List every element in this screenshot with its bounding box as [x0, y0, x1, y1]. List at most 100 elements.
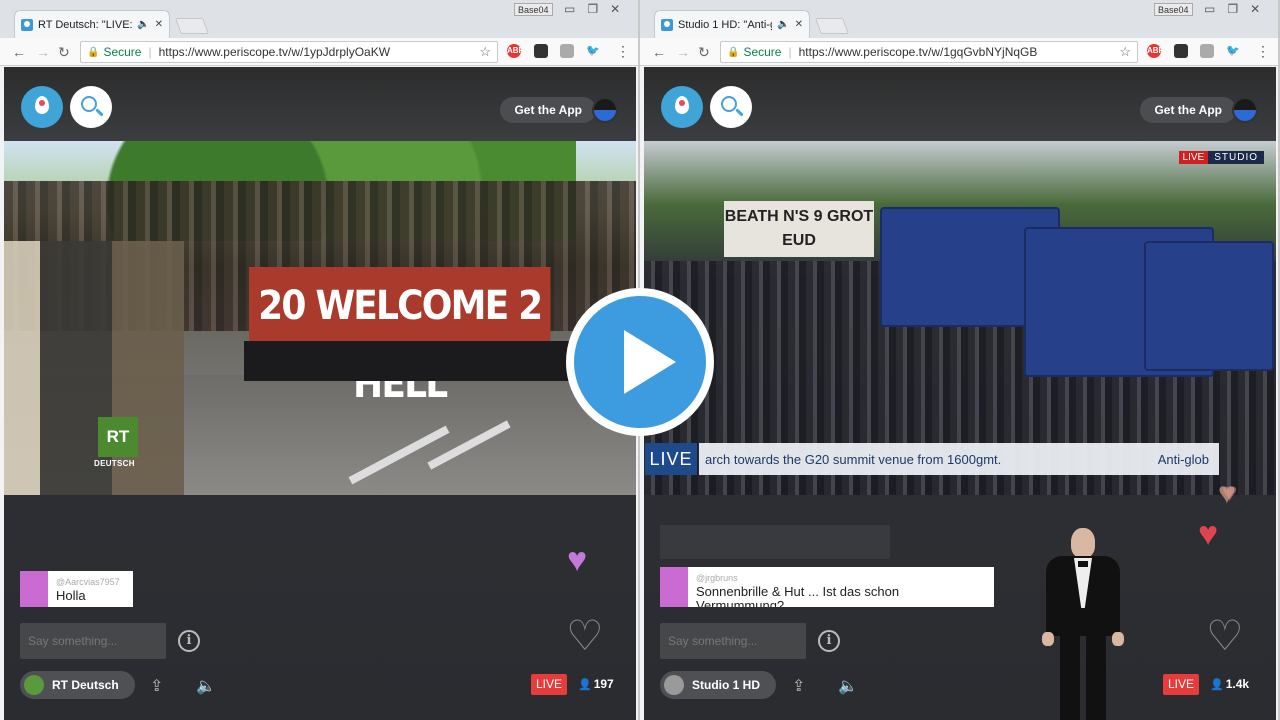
- volume-icon[interactable]: 🔈: [838, 676, 858, 696]
- share-icon[interactable]: ⇪: [792, 676, 805, 696]
- address-bar: ← → ↻ 🔒 Secure | https://www.periscope.t…: [0, 38, 638, 66]
- periscope-pin-icon: [675, 96, 689, 114]
- chat-comment: @jrgbruns Sonnenbrille & Hut ... Ist das…: [660, 567, 994, 607]
- periscope-favicon-icon: [21, 18, 33, 31]
- video-player[interactable]: 20 WELCOME 2 HELL RT DEUTSCH: [4, 141, 636, 495]
- lock-icon: 🔒: [87, 46, 100, 58]
- live-badge: LIVE: [531, 674, 568, 695]
- share-icon[interactable]: ⇪: [150, 676, 163, 696]
- volume-icon[interactable]: 🔈: [196, 676, 216, 696]
- play-button[interactable]: [566, 288, 714, 436]
- minimize-icon[interactable]: ▭: [1204, 2, 1215, 16]
- heart-icon: ♥: [1198, 515, 1219, 553]
- info-icon[interactable]: i: [818, 630, 840, 652]
- close-window-icon[interactable]: ✕: [1250, 2, 1260, 16]
- video-player[interactable]: BEATH N'S 9 GROT EUD LIVE STUDIO LIVE ar…: [644, 141, 1276, 495]
- play-icon: [624, 330, 676, 394]
- viewer-count: 👤 1.4k: [1210, 677, 1250, 691]
- window-badge: Base04: [514, 3, 553, 16]
- back-icon[interactable]: ←: [12, 44, 26, 60]
- bookmark-star-icon[interactable]: ☆: [1119, 44, 1131, 60]
- close-tab-icon[interactable]: ✕: [795, 19, 803, 30]
- police-van: [1144, 241, 1274, 371]
- faded-comment: [660, 525, 890, 559]
- periscope-page: Get the App 20 WELCOME 2 HELL RT DEUTSCH…: [4, 67, 636, 720]
- say-something-input[interactable]: Say something...: [20, 623, 166, 659]
- person-icon: 👤: [578, 679, 592, 691]
- browser-window-left: RT Deutsch: "LIVE: "W 🔈 ✕ Base04 ▭ ❐ ✕ ←…: [0, 0, 640, 720]
- window-controls: ▭ ❐ ✕: [1204, 2, 1260, 16]
- close-tab-icon[interactable]: ✕: [155, 19, 163, 30]
- heart-icon: ♥: [1218, 477, 1236, 510]
- tab-rt-deutsch[interactable]: RT Deutsch: "LIVE: "W 🔈 ✕: [14, 10, 170, 38]
- url-field[interactable]: 🔒 Secure | https://www.periscope.tv/w/1y…: [80, 41, 498, 63]
- profile-avatar[interactable]: [1232, 97, 1258, 123]
- studio-live-logo: LIVE STUDIO: [1178, 151, 1264, 164]
- new-tab-button[interactable]: [815, 18, 849, 34]
- restore-icon[interactable]: ❐: [1227, 2, 1238, 16]
- forward-icon[interactable]: →: [676, 44, 690, 60]
- periscope-pin-icon: [35, 96, 49, 114]
- window-badge: Base04: [1154, 3, 1193, 16]
- get-the-app-button[interactable]: Get the App: [500, 97, 596, 123]
- adblock-icon[interactable]: ABP: [507, 44, 524, 58]
- speaker-icon[interactable]: 🔈: [777, 19, 789, 30]
- url-text: https://www.periscope.tv/w/1ypJdrplyOaKW: [158, 45, 391, 59]
- tab-title: RT Deutsch: "LIVE: "W: [38, 18, 133, 31]
- chat-comment: @Aarcvias7957 Holla: [20, 571, 133, 607]
- photographer-foreground: [4, 241, 184, 495]
- twitter-icon[interactable]: 🐦: [586, 44, 600, 58]
- channel-avatar: [664, 675, 684, 695]
- twitter-icon[interactable]: 🐦: [1226, 44, 1240, 58]
- window-controls: ▭ ❐ ✕: [564, 2, 620, 16]
- tab-studio-1-hd[interactable]: Studio 1 HD: "Anti-gl 🔈 ✕: [654, 10, 810, 38]
- like-heart-icon[interactable]: ♡: [566, 615, 604, 657]
- periscope-header: Get the App: [4, 67, 636, 141]
- reload-icon[interactable]: ↻: [698, 44, 710, 61]
- minimize-icon[interactable]: ▭: [564, 2, 575, 16]
- back-icon[interactable]: ←: [652, 44, 666, 60]
- profile-avatar[interactable]: [592, 97, 618, 123]
- extension-icon[interactable]: [1174, 44, 1188, 58]
- extension-icon[interactable]: [534, 44, 548, 58]
- channel-name: RT Deutsch: [52, 678, 119, 692]
- channel-avatar: [24, 675, 44, 695]
- puzzle-extension-icon[interactable]: [560, 44, 574, 58]
- info-icon[interactable]: i: [178, 630, 200, 652]
- man-in-tuxedo-overlay: [1040, 528, 1126, 720]
- ticker-headline: Anti-glob: [1157, 451, 1209, 467]
- separator: |: [148, 45, 152, 59]
- separator: |: [788, 45, 792, 59]
- viewer-count: 👤 197: [578, 677, 614, 691]
- close-window-icon[interactable]: ✕: [610, 2, 620, 16]
- bow-tie: [1078, 561, 1088, 567]
- comment-text: Holla: [56, 588, 86, 603]
- like-heart-icon[interactable]: ♡: [1206, 615, 1244, 657]
- adblock-icon[interactable]: ABP: [1147, 44, 1164, 58]
- chrome-menu-icon[interactable]: ⋮: [616, 43, 630, 60]
- live-badge: LIVE: [1163, 674, 1200, 695]
- restore-icon[interactable]: ❐: [587, 2, 598, 16]
- search-button[interactable]: [70, 86, 112, 128]
- get-the-app-button[interactable]: Get the App: [1140, 97, 1236, 123]
- forward-icon[interactable]: →: [36, 44, 50, 60]
- say-something-input[interactable]: Say something...: [660, 623, 806, 659]
- channel-name: Studio 1 HD: [692, 678, 760, 692]
- periscope-logo-button[interactable]: [661, 86, 703, 128]
- speaker-icon[interactable]: 🔈: [137, 19, 149, 30]
- reload-icon[interactable]: ↻: [58, 44, 70, 61]
- search-button[interactable]: [710, 86, 752, 128]
- protest-banner: 20 WELCOME 2 HELL: [249, 267, 551, 407]
- channel-button[interactable]: RT Deutsch: [20, 671, 135, 699]
- bookmark-star-icon[interactable]: ☆: [479, 44, 491, 60]
- rt-logo: RT: [98, 417, 138, 457]
- puzzle-extension-icon[interactable]: [1200, 44, 1214, 58]
- ticker-text: arch towards the G20 summit venue from 1…: [705, 451, 1002, 467]
- periscope-logo-button[interactable]: [21, 86, 63, 128]
- chrome-menu-icon[interactable]: ⋮: [1256, 43, 1270, 60]
- channel-button[interactable]: Studio 1 HD: [660, 671, 776, 699]
- url-text: https://www.periscope.tv/w/1gqGvbNYjNqGB: [798, 45, 1038, 59]
- url-field[interactable]: 🔒 Secure | https://www.periscope.tv/w/1g…: [720, 41, 1138, 63]
- ticker-live-label: LIVE: [645, 443, 697, 475]
- new-tab-button[interactable]: [175, 18, 209, 34]
